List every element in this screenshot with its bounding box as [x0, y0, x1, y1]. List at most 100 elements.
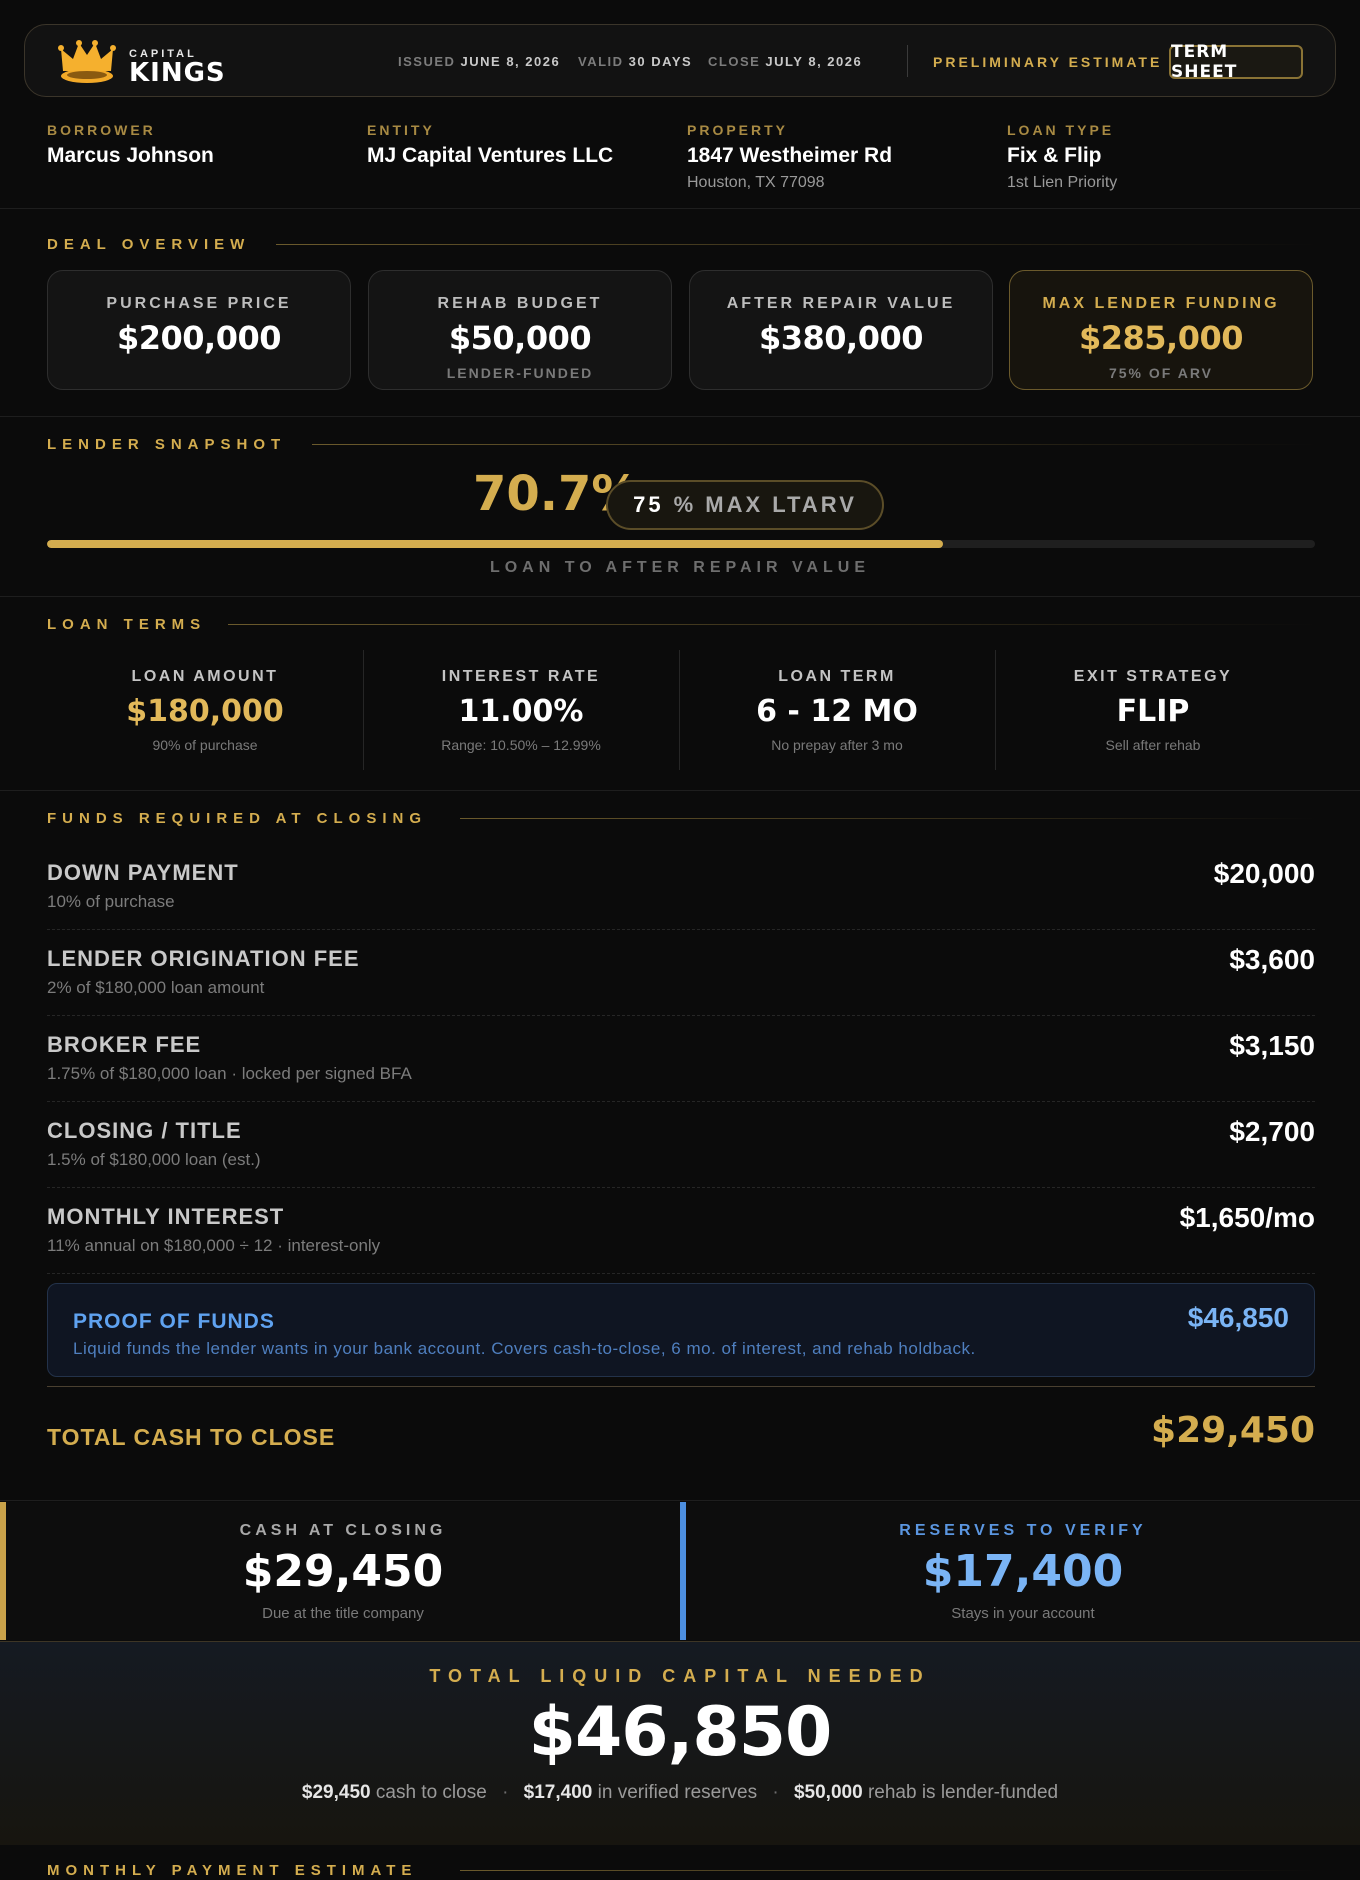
divider: [0, 790, 1360, 791]
fund-sub: 11% annual on $180,000 ÷ 12 · interest-o…: [47, 1236, 381, 1255]
loan-amount-term: LOAN AMOUNT $180,000 90% of purchase: [47, 648, 363, 770]
card-value: $380,000: [758, 319, 924, 357]
term-value: 11.00%: [458, 694, 584, 729]
ltv-progress-bar: [47, 540, 1315, 548]
fund-amount: $3,150: [1229, 1030, 1315, 1061]
divider: [0, 208, 1360, 209]
ltv-progress-fill: [47, 540, 944, 548]
section-rule: [460, 818, 1316, 819]
reserves-label: RESERVES TO VERIFY: [899, 1522, 1147, 1539]
brand-main: KINGS: [129, 58, 226, 88]
card-label: MAX LENDER FUNDING: [1042, 295, 1280, 312]
exit-strategy-term: EXIT STRATEGY FLIP Sell after rehab: [995, 648, 1311, 770]
total-cash-label: TOTAL CASH TO CLOSE: [47, 1424, 336, 1450]
card-label: PURCHASE PRICE: [106, 295, 292, 312]
lender-snapshot-title: LENDER SNAPSHOT: [47, 436, 287, 453]
fund-label: MONTHLY INTEREST: [47, 1204, 285, 1229]
purchase-price-card: PURCHASE PRICE $200,000: [47, 270, 351, 390]
loan-type-label: LOAN TYPE: [1007, 122, 1115, 138]
fund-amount: $20,000: [1213, 858, 1315, 889]
term-sub: Range: 10.50% – 12.99%: [441, 737, 601, 753]
breakdown-separator: ·: [502, 1782, 509, 1803]
total-divider: [47, 1386, 1315, 1387]
fund-row-broker-fee: BROKER FEE 1.75% of $180,000 loan · lock…: [47, 1016, 1315, 1102]
breakdown-cash-value: $29,450: [301, 1782, 371, 1803]
proof-of-funds-amount: $46,850: [1187, 1302, 1289, 1333]
property-info: PROPERTY 1847 Westheimer Rd Houston, TX …: [687, 122, 892, 192]
property-label: PROPERTY: [687, 122, 789, 138]
term-value: FLIP: [1116, 694, 1190, 729]
max-ltarv-pill: 75 % MAX LTARV: [606, 480, 884, 530]
section-rule: [460, 1870, 1316, 1871]
breakdown-rehab-value: $50,000: [793, 1782, 863, 1803]
fund-amount: $1,650/mo: [1179, 1202, 1315, 1233]
cash-at-closing-value: $29,450: [242, 1546, 444, 1597]
close-date: CLOSE JULY 8, 2026: [708, 54, 863, 69]
total-cash-amount: $29,450: [1151, 1410, 1315, 1451]
card-value: $50,000: [448, 319, 592, 357]
max-funding-card: MAX LENDER FUNDING $285,000 75% OF ARV: [1009, 270, 1313, 390]
valid-period: VALID 30 DAYS: [578, 54, 693, 69]
term-value: 6 - 12 MO: [756, 694, 918, 729]
lien-priority: 1st Lien Priority: [1007, 174, 1118, 191]
card-value: $200,000: [116, 319, 282, 357]
total-liquid-value: $46,850: [528, 1693, 833, 1772]
fund-row-down-payment: DOWN PAYMENT 10% of purchase $20,000: [47, 844, 1315, 930]
header-divider: [907, 45, 908, 77]
loan-term-term: LOAN TERM 6 - 12 MO No prepay after 3 mo: [679, 648, 995, 770]
total-liquid-label: TOTAL LIQUID CAPITAL NEEDED: [429, 1666, 931, 1686]
card-sub: LENDER-FUNDED: [446, 365, 594, 381]
status-badge: PRELIMINARY ESTIMATE: [933, 54, 1163, 70]
term-label: INTEREST RATE: [441, 668, 601, 685]
section-rule: [228, 624, 1316, 625]
fund-label: LENDER ORIGINATION FEE: [47, 946, 360, 971]
cash-at-closing-label: CASH AT CLOSING: [239, 1522, 447, 1539]
rehab-budget-card: REHAB BUDGET $50,000 LENDER-FUNDED: [368, 270, 672, 390]
property-value: 1847 Westheimer Rd: [687, 144, 893, 167]
fund-sub: 1.5% of $180,000 loan (est.): [47, 1150, 261, 1169]
term-label: EXIT STRATEGY: [1073, 668, 1233, 685]
fund-label: BROKER FEE: [47, 1032, 202, 1057]
cash-at-closing-panel: CASH AT CLOSING $29,450 Due at the title…: [0, 1502, 680, 1640]
brand-logo[interactable]: CAPITAL KINGS: [57, 35, 227, 89]
term-sheet-page: CAPITAL KINGS ISSUED JUNE 8, 2026 VALID …: [0, 0, 1360, 1880]
fund-row-closing-title: CLOSING / TITLE 1.5% of $180,000 loan (e…: [47, 1102, 1315, 1188]
loan-terms-title: LOAN TERMS: [47, 616, 207, 633]
term-sub: 90% of purchase: [152, 737, 258, 753]
breakdown-reserves-value: $17,400: [523, 1782, 593, 1803]
card-sub: 75% OF ARV: [1108, 365, 1214, 381]
proof-of-funds-label: PROOF OF FUNDS: [73, 1310, 275, 1333]
card-label: REHAB BUDGET: [437, 295, 603, 312]
cash-at-closing-sub: Due at the title company: [262, 1605, 424, 1622]
fund-amount: $2,700: [1229, 1116, 1315, 1147]
section-rule: [312, 444, 1316, 445]
card-value: $285,000: [1078, 319, 1244, 357]
card-label: AFTER REPAIR VALUE: [726, 295, 956, 312]
section-rule: [276, 244, 1316, 245]
fund-sub: 2% of $180,000 loan amount: [47, 978, 265, 997]
fund-amount: $3,600: [1229, 944, 1315, 975]
reserves-panel: RESERVES TO VERIFY $17,400 Stays in your…: [680, 1502, 1360, 1640]
term-sheet-button[interactable]: TERM SHEET: [1169, 42, 1303, 82]
total-liquid-breakdown: $29,450 cash to close · $17,400 in verif…: [0, 1782, 1360, 1804]
reserves-value: $17,400: [922, 1546, 1124, 1597]
loan-type-info: LOAN TYPE Fix & Flip 1st Lien Priority: [1007, 122, 1117, 192]
term-sub: Sell after rehab: [1105, 737, 1201, 753]
arv-card: AFTER REPAIR VALUE $380,000: [689, 270, 993, 390]
funds-title: FUNDS REQUIRED AT CLOSING: [47, 810, 428, 827]
term-sub: No prepay after 3 mo: [771, 737, 903, 753]
entity-label: ENTITY: [367, 122, 435, 138]
header-bar: CAPITAL KINGS ISSUED JUNE 8, 2026 VALID …: [24, 24, 1336, 97]
loan-type-value: Fix & Flip: [1007, 144, 1102, 167]
proof-of-funds-sub: Liquid funds the lender wants in your ba…: [73, 1339, 976, 1358]
fund-row-origination-fee: LENDER ORIGINATION FEE 2% of $180,000 lo…: [47, 930, 1315, 1016]
ltv-caption: LOAN TO AFTER REPAIR VALUE: [489, 559, 871, 576]
reserves-sub: Stays in your account: [951, 1605, 1095, 1622]
fund-label: CLOSING / TITLE: [47, 1118, 242, 1143]
fund-sub: 10% of purchase: [47, 892, 175, 911]
borrower-value: Marcus Johnson: [47, 144, 214, 167]
total-liquid-panel: TOTAL LIQUID CAPITAL NEEDED $46,850 $29,…: [0, 1641, 1360, 1845]
divider: [0, 1500, 1360, 1501]
term-value: $180,000: [126, 694, 284, 729]
interest-rate-term: INTEREST RATE 11.00% Range: 10.50% – 12.…: [363, 648, 679, 770]
